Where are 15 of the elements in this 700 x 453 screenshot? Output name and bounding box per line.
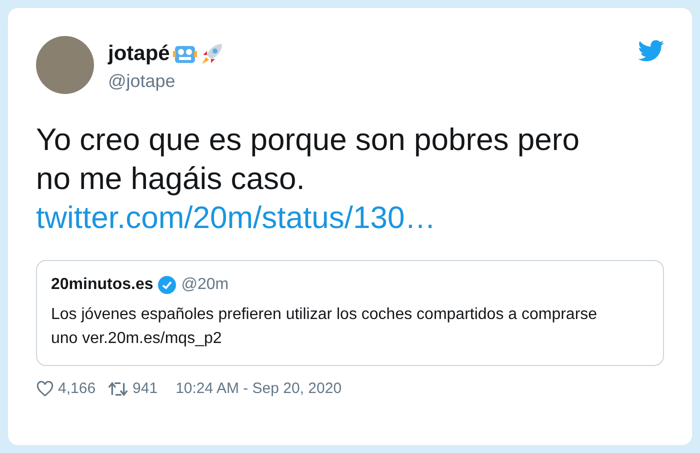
- tweet-link[interactable]: twitter.com/20m/status/130…: [36, 198, 664, 237]
- like-count: 4,166: [58, 379, 96, 399]
- tweet-text: Yo creo que es porque son pobres pero no me hagáis caso.: [36, 121, 580, 198]
- retweet-icon[interactable]: [108, 381, 128, 398]
- author-name[interactable]: jotapé: [108, 38, 170, 70]
- tweet-timestamp[interactable]: 10:24 AM - Sep 20, 2020: [176, 378, 342, 400]
- bird-logo-icon: [638, 40, 664, 62]
- quoted-tweet-text: Los jóvenes españoles prefieren utilizar los coches compartidos a comprarse uno ver.20m.es/mqs_p2: [51, 305, 598, 349]
- retweet-count: 941: [132, 379, 158, 399]
- rocket-icon: [200, 42, 224, 66]
- quoted-tweet-card[interactable]: 20minutos.es @20m Los jóvenes españoles prefieren utilizar los coches compartidos a comprarse uno ver.20m.es/mqs_p2: [36, 260, 664, 366]
- quoted-author-handle: @20m: [181, 275, 229, 295]
- heart-icon[interactable]: [36, 381, 54, 398]
- quoted-author-name: 20minutos.es: [51, 275, 154, 295]
- author-handle[interactable]: @jotape: [108, 70, 624, 92]
